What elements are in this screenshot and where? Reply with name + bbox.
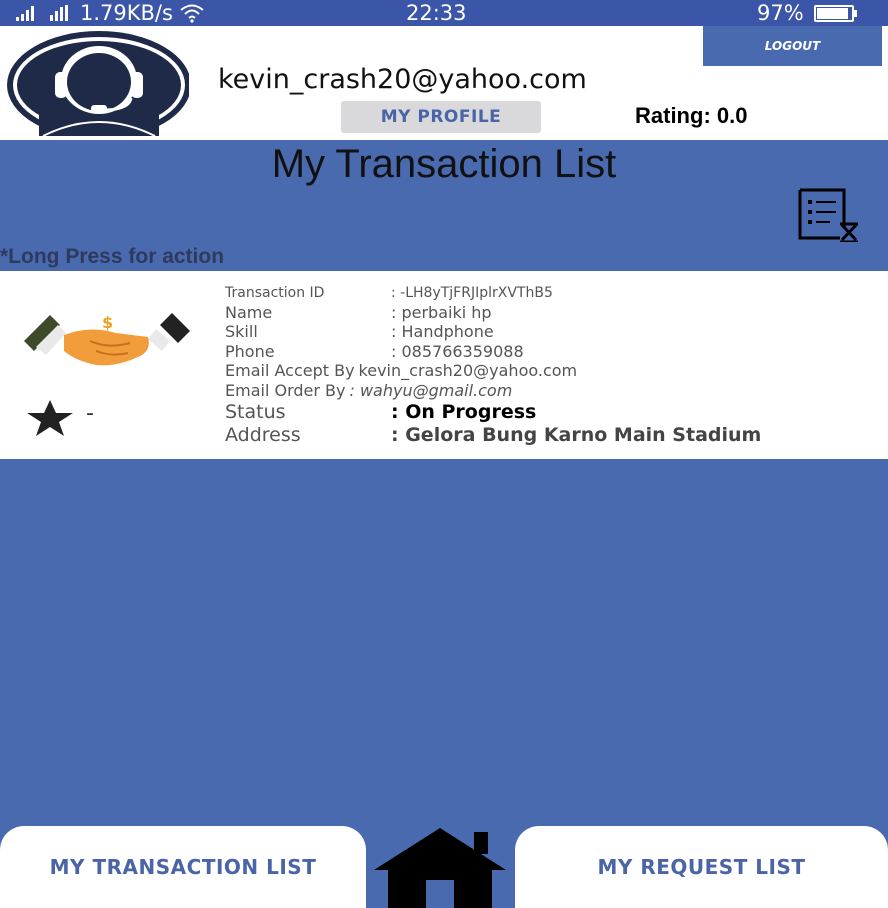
address-value: : Gelora Bung Karno Main Stadium xyxy=(391,424,762,446)
profile-header: kevin_crash20@yahoo.com MY PROFILE Ratin… xyxy=(0,26,888,140)
status-bar: 1.79KB/s 22:33 97% xyxy=(0,0,888,26)
transaction-id-label: Transaction ID xyxy=(225,285,325,301)
my-request-list-button[interactable]: MY REQUEST LIST xyxy=(515,826,888,908)
user-email: kevin_crash20@yahoo.com xyxy=(218,64,587,95)
email-accept-value: kevin_crash20@yahoo.com xyxy=(358,361,578,380)
star-icon xyxy=(27,400,73,436)
status-row: Status : On Progress xyxy=(225,401,536,423)
email-order-label: Email Order By xyxy=(225,381,346,400)
home-icon[interactable] xyxy=(370,828,510,908)
phone-label: Phone xyxy=(225,342,275,361)
address-row: Address : Gelora Bung Karno Main Stadium xyxy=(225,424,761,446)
wifi-icon xyxy=(180,4,204,23)
battery-percent: 97% xyxy=(757,1,804,25)
svg-text:$: $ xyxy=(102,313,113,332)
skill-row: Skill : Handphone xyxy=(225,322,494,341)
my-transaction-list-button[interactable]: MY TRANSACTION LIST xyxy=(0,826,366,908)
star-rating-value: - xyxy=(86,401,94,426)
transaction-card[interactable]: $ - Transaction ID : -LH8yTjFRJIplrXVThB… xyxy=(0,271,888,459)
rating-text: Rating: 0.0 xyxy=(635,103,748,128)
document-hourglass-icon[interactable] xyxy=(796,188,858,242)
transaction-id-row: Transaction ID : -LH8yTjFRJIplrXVThB5 xyxy=(225,285,553,301)
battery-icon xyxy=(813,4,857,22)
clock: 22:33 xyxy=(406,1,467,25)
status-left: 1.79KB/s xyxy=(14,1,205,25)
name-row: Name : perbaiki hp xyxy=(225,303,492,322)
status-value: : On Progress xyxy=(391,401,537,423)
my-profile-button[interactable]: MY PROFILE xyxy=(341,101,541,133)
phone-value: : 085766359088 xyxy=(391,342,524,361)
skill-label: Skill xyxy=(225,322,258,341)
address-label: Address xyxy=(225,424,301,446)
phone-row: Phone : 085766359088 xyxy=(225,342,524,361)
logout-button[interactable]: LOGOUT xyxy=(703,26,882,66)
signal-icon xyxy=(50,5,68,21)
transaction-id-value: : -LH8yTjFRJIplrXVThB5 xyxy=(391,285,553,301)
handshake-icon: $ xyxy=(24,313,190,366)
name-label: Name xyxy=(225,303,273,322)
network-speed: 1.79KB/s xyxy=(80,1,173,25)
email-accept-label: Email Accept By xyxy=(225,361,355,380)
support-agent-icon xyxy=(7,31,189,136)
skill-value: : Handphone xyxy=(391,322,494,341)
email-accept-row: Email Accept By kevin_crash20@yahoo.com xyxy=(225,361,577,380)
long-press-hint: *Long Press for action xyxy=(0,245,225,268)
status-label: Status xyxy=(225,401,286,423)
name-value: : perbaiki hp xyxy=(391,303,492,322)
battery: 97% xyxy=(757,1,857,25)
email-order-value: : wahyu@gmail.com xyxy=(349,381,513,400)
signal-icon xyxy=(16,6,34,21)
page-title: My Transaction List xyxy=(271,142,617,186)
email-order-row: Email Order By : wahyu@gmail.com xyxy=(225,381,512,400)
